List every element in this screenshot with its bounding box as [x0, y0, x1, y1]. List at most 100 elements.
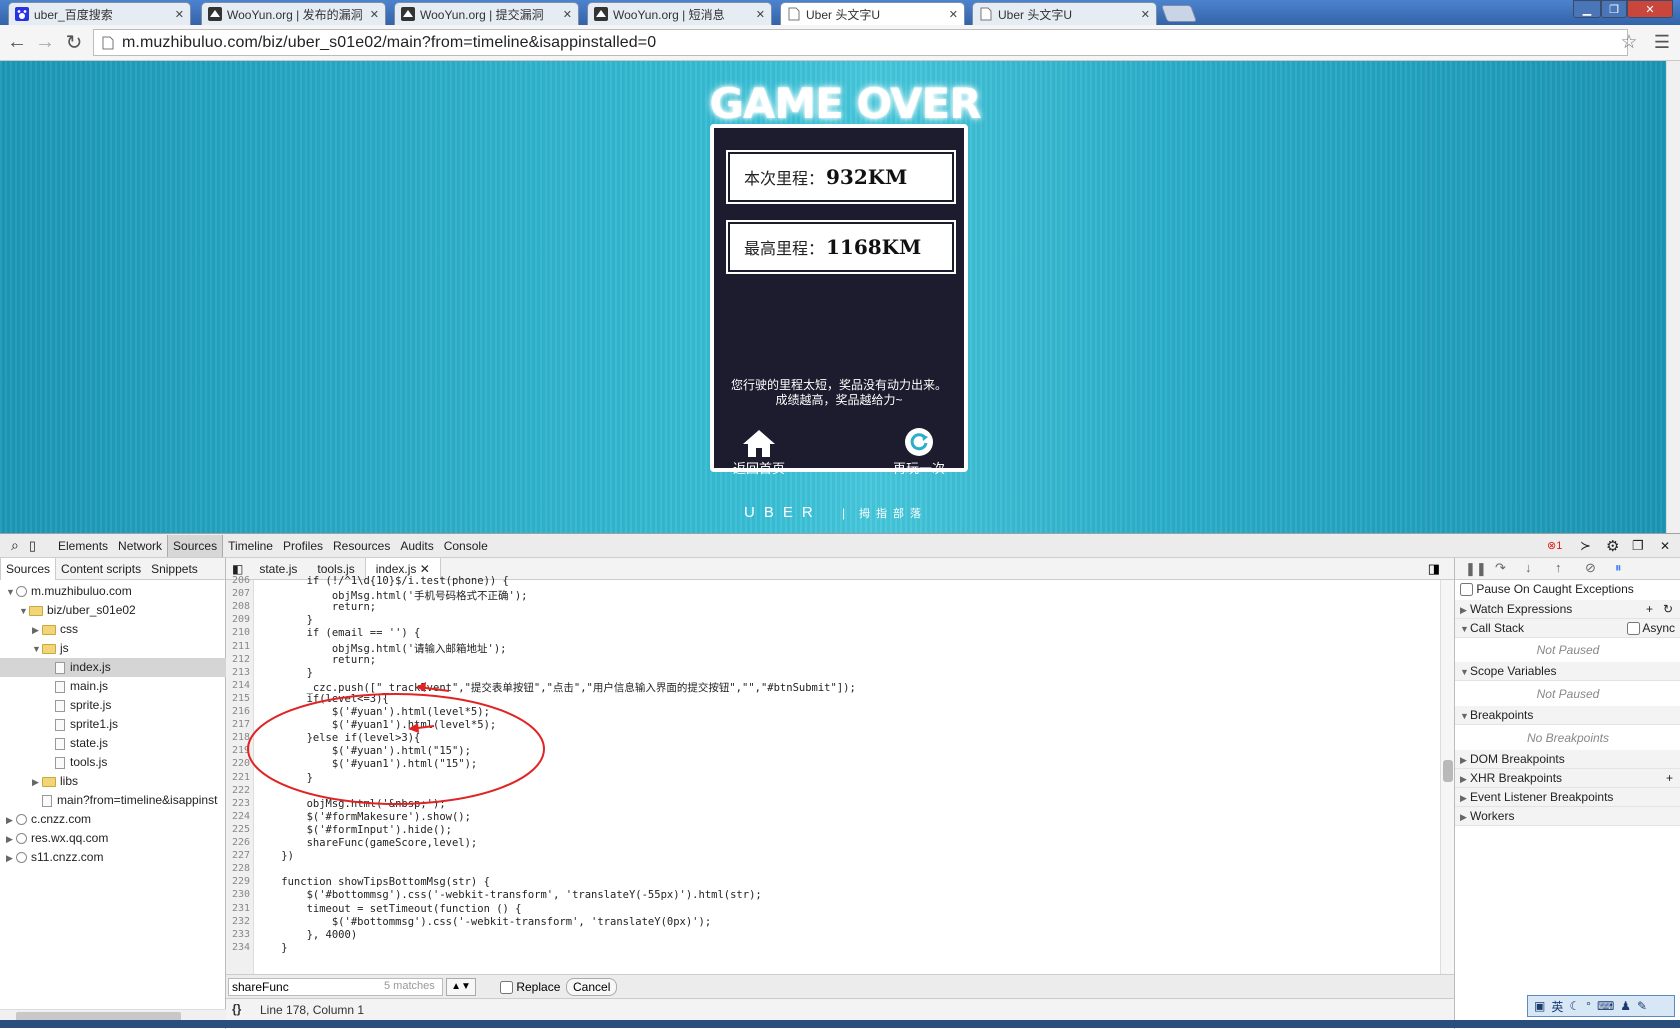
- ime-logo-icon[interactable]: ▣: [1534, 999, 1545, 1013]
- tab-network[interactable]: Network: [113, 539, 167, 553]
- line-number[interactable]: 209: [232, 614, 250, 625]
- line-number[interactable]: 233: [232, 929, 250, 940]
- line-number[interactable]: 210: [232, 627, 250, 638]
- replace-toggle[interactable]: Replace: [500, 980, 560, 995]
- tree-folder[interactable]: ▼ js: [0, 639, 226, 658]
- minimize-button[interactable]: ▁: [1573, 0, 1601, 18]
- forward-arrow-icon[interactable]: →: [34, 31, 56, 53]
- line-number[interactable]: 230: [232, 889, 250, 900]
- gear-icon[interactable]: ⚙: [1606, 537, 1619, 555]
- async-checkbox[interactable]: [1626, 622, 1640, 636]
- tab-close-icon[interactable]: ✕: [370, 8, 379, 21]
- tree-file[interactable]: main.js: [0, 677, 226, 696]
- browser-tab[interactable]: WooYun.org | 发布的漏洞 ✕: [201, 2, 386, 25]
- add-icon[interactable]: +: [1666, 769, 1673, 788]
- call-stack-header[interactable]: ▼Call Stack Async: [1455, 619, 1680, 638]
- expand-arrow-icon[interactable]: ▶: [32, 621, 42, 640]
- expand-arrow-icon[interactable]: ▶: [32, 773, 42, 792]
- tab-snippets[interactable]: Snippets: [146, 558, 203, 580]
- back-arrow-icon[interactable]: ←: [6, 31, 28, 53]
- deactivate-breakpoints-icon[interactable]: ⊘: [1585, 560, 1596, 576]
- step-into-icon[interactable]: ↓: [1525, 560, 1532, 575]
- line-number[interactable]: 207: [232, 588, 250, 599]
- dom-breakpoints-header[interactable]: ▶ DOM Breakpoints: [1455, 750, 1680, 769]
- tab-close-icon[interactable]: ✕: [563, 8, 572, 21]
- tab-timeline[interactable]: Timeline: [223, 539, 278, 553]
- tab-close-icon[interactable]: ✕: [949, 8, 958, 21]
- pause-caught-checkbox[interactable]: [1460, 583, 1473, 597]
- scope-variables-header[interactable]: ▼Scope Variables: [1455, 662, 1680, 681]
- tab-sources-nav[interactable]: Sources: [0, 557, 57, 580]
- tree-file[interactable]: main?from=timeline&isappinst: [0, 791, 226, 810]
- reload-icon[interactable]: ↻: [63, 31, 85, 54]
- line-number[interactable]: 232: [232, 916, 250, 927]
- tab-content-scripts[interactable]: Content scripts: [56, 558, 146, 580]
- toggle-debugger-icon[interactable]: ◨: [1428, 561, 1440, 577]
- browser-tab-active[interactable]: Uber 头文字U ✕: [780, 2, 965, 25]
- expand-arrow-icon[interactable]: ▶: [6, 830, 16, 849]
- address-bar[interactable]: m.muzhibuluo.com/biz/uber_s01e02/main?fr…: [93, 29, 1628, 56]
- code-scrollbar[interactable]: [1440, 580, 1454, 974]
- tree-folder[interactable]: ▶ libs: [0, 772, 226, 791]
- step-out-icon[interactable]: ↑: [1555, 560, 1562, 575]
- dock-icon[interactable]: ❐: [1632, 538, 1644, 554]
- line-number[interactable]: 231: [232, 903, 250, 914]
- star-bookmark-icon[interactable]: ☆: [1618, 31, 1640, 53]
- moon-icon[interactable]: ☾: [1569, 999, 1580, 1013]
- xhr-breakpoints-header[interactable]: ▶ XHR Breakpoints +: [1455, 769, 1680, 788]
- expand-arrow-icon[interactable]: ▶: [6, 811, 16, 830]
- search-nav-arrows[interactable]: ▲▼: [446, 978, 476, 996]
- replace-checkbox[interactable]: [500, 981, 513, 995]
- close-window-button[interactable]: ✕: [1627, 0, 1673, 18]
- refresh-icon[interactable]: ↻: [1663, 600, 1673, 619]
- home-button[interactable]: 返回首页: [724, 426, 794, 477]
- ime-language[interactable]: 英: [1551, 998, 1563, 1015]
- tree-file[interactable]: state.js: [0, 734, 226, 753]
- cancel-search-button[interactable]: Cancel: [566, 978, 618, 996]
- tree-file[interactable]: sprite1.js: [0, 715, 226, 734]
- tab-close-icon[interactable]: ✕: [420, 562, 430, 576]
- line-number[interactable]: 211: [232, 641, 250, 652]
- async-toggle[interactable]: Async: [1626, 619, 1675, 638]
- line-number[interactable]: 228: [232, 863, 250, 874]
- tab-close-icon[interactable]: ✕: [175, 8, 184, 21]
- tab-close-icon[interactable]: ✕: [1141, 8, 1150, 21]
- tree-file[interactable]: tools.js: [0, 753, 226, 772]
- tab-elements[interactable]: Elements: [53, 539, 113, 553]
- tab-profiles[interactable]: Profiles: [278, 539, 328, 553]
- tree-domain[interactable]: ▼ m.muzhibuluo.com: [0, 582, 226, 601]
- pause-caught-row[interactable]: Pause On Caught Exceptions: [1455, 580, 1680, 599]
- tree-file[interactable]: index.js: [0, 658, 226, 677]
- tab-sources[interactable]: Sources: [167, 534, 224, 557]
- close-devtools-icon[interactable]: ✕: [1660, 539, 1670, 553]
- console-drawer-icon[interactable]: ≻: [1580, 538, 1591, 554]
- tree-domain[interactable]: ▶ c.cnzz.com: [0, 810, 226, 829]
- step-over-icon[interactable]: ↷: [1495, 560, 1506, 576]
- expand-arrow-icon[interactable]: ▶: [6, 849, 16, 868]
- line-number[interactable]: 225: [232, 824, 250, 835]
- line-number[interactable]: 229: [232, 876, 250, 887]
- tab-resources[interactable]: Resources: [328, 539, 395, 553]
- error-count-badge[interactable]: ⊗1: [1547, 539, 1562, 552]
- wrench-icon[interactable]: ✎: [1637, 999, 1647, 1013]
- tree-folder[interactable]: ▼ biz/uber_s01e02: [0, 601, 226, 620]
- browser-tab[interactable]: uber_百度搜索 ✕: [8, 2, 191, 25]
- workers-header[interactable]: ▶ Workers: [1455, 807, 1680, 826]
- tree-domain[interactable]: ▶ res.wx.qq.com: [0, 829, 226, 848]
- new-tab-button[interactable]: [1160, 5, 1198, 22]
- pretty-print-icon[interactable]: {}: [232, 1002, 241, 1016]
- browser-tab[interactable]: Uber 头文字U ✕: [972, 2, 1157, 25]
- search-icon[interactable]: ⌕: [6, 537, 24, 554]
- tab-audits[interactable]: Audits: [395, 539, 438, 553]
- maximize-button[interactable]: ❐: [1601, 0, 1627, 18]
- page-scrollbar[interactable]: [1666, 61, 1680, 533]
- line-number[interactable]: 234: [232, 942, 250, 953]
- tree-domain[interactable]: ▶ s11.cnzz.com: [0, 848, 226, 867]
- tab-console[interactable]: Console: [439, 539, 493, 553]
- line-number[interactable]: 227: [232, 850, 250, 861]
- browser-tab[interactable]: WooYun.org | 提交漏洞 ✕: [394, 2, 579, 25]
- line-number[interactable]: 206: [232, 575, 250, 586]
- event-listener-breakpoints-header[interactable]: ▶ Event Listener Breakpoints: [1455, 788, 1680, 807]
- tree-folder[interactable]: ▶ css: [0, 620, 226, 639]
- collapse-arrow-icon[interactable]: ▼: [19, 602, 29, 621]
